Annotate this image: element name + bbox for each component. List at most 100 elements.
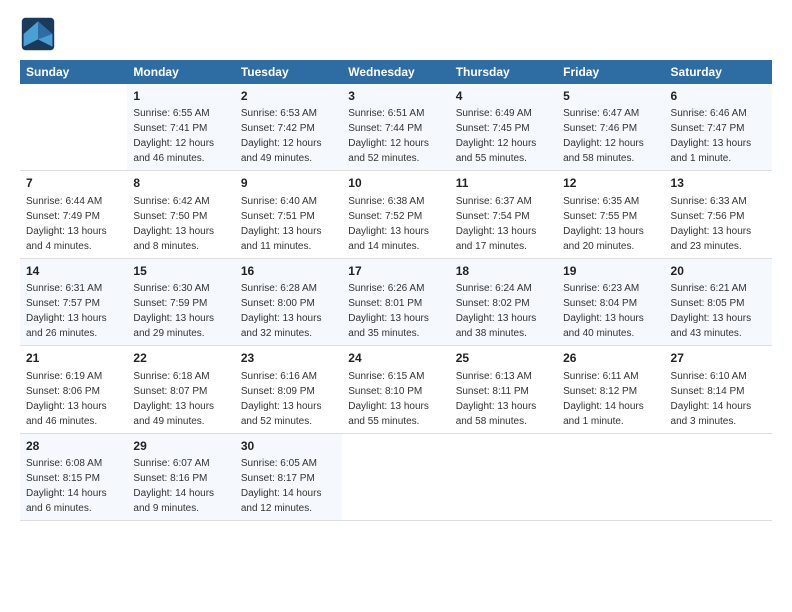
day-number: 25 [456,350,551,367]
day-info: Sunrise: 6:26 AM Sunset: 8:01 PM Dayligh… [348,281,443,341]
day-number: 11 [456,175,551,192]
day-cell: 13Sunrise: 6:33 AM Sunset: 7:56 PM Dayli… [665,171,772,258]
day-cell: 30Sunrise: 6:05 AM Sunset: 8:17 PM Dayli… [235,433,342,520]
day-cell: 8 Sunrise: 6:42 AM Sunset: 7:50 PM Daylig… [127,171,234,258]
day-info: Sunrise: 6:23 AM Sunset: 8:04 PM Dayligh… [563,281,658,341]
col-header-tuesday: Tuesday [235,60,342,84]
day-cell: 19Sunrise: 6:23 AM Sunset: 8:04 PM Dayli… [557,258,664,345]
day-cell: 23Sunrise: 6:16 AM Sunset: 8:09 PM Dayli… [235,346,342,433]
day-cell: 22 Sunrise: 6:18 AM Sunset: 8:07 PM Dayli… [127,346,234,433]
day-number: 24 [348,350,443,367]
day-cell [557,433,664,520]
day-cell: 1Sunrise: 6:55 AM Sunset: 7:41 PM Daylig… [127,84,234,171]
day-number: 7 [26,175,121,192]
day-cell: 28Sunrise: 6:08 AM Sunset: 8:15 PM Dayli… [20,433,127,520]
day-number: 8 [133,175,228,192]
day-number: 23 [241,350,336,367]
week-row-1: 1Sunrise: 6:55 AM Sunset: 7:41 PM Daylig… [20,84,772,171]
day-number: 19 [563,263,658,280]
col-header-wednesday: Wednesday [342,60,449,84]
day-cell: 26Sunrise: 6:11 AM Sunset: 8:12 PM Dayli… [557,346,664,433]
day-cell: 7 Sunrise: 6:44 AM Sunset: 7:49 PM Daylig… [20,171,127,258]
day-info: Sunrise: 6:38 AM Sunset: 7:52 PM Dayligh… [348,194,443,254]
day-info: Sunrise: 6:15 AM Sunset: 8:10 PM Dayligh… [348,369,443,429]
day-number: 12 [563,175,658,192]
day-cell [450,433,557,520]
day-cell: 4Sunrise: 6:49 AM Sunset: 7:45 PM Daylig… [450,84,557,171]
day-info: Sunrise: 6:42 AM Sunset: 7:50 PM Dayligh… [133,194,228,254]
logo-icon [20,16,56,52]
day-info: Sunrise: 6:49 AM Sunset: 7:45 PM Dayligh… [456,106,551,166]
day-cell: 27 Sunrise: 6:10 AM Sunset: 8:14 PM Dayli… [665,346,772,433]
day-info: Sunrise: 6:53 AM Sunset: 7:42 PM Dayligh… [241,106,336,166]
day-cell: 10 Sunrise: 6:38 AM Sunset: 7:52 PM Dayli… [342,171,449,258]
day-cell: 12 Sunrise: 6:35 AM Sunset: 7:55 PM Dayli… [557,171,664,258]
col-header-saturday: Saturday [665,60,772,84]
day-cell: 29Sunrise: 6:07 AM Sunset: 8:16 PM Dayli… [127,433,234,520]
day-info: Sunrise: 6:35 AM Sunset: 7:55 PM Dayligh… [563,194,658,254]
day-number: 27 [671,350,766,367]
day-cell: 5Sunrise: 6:47 AM Sunset: 7:46 PM Daylig… [557,84,664,171]
day-number: 21 [26,350,121,367]
day-number: 30 [241,438,336,455]
day-number: 2 [241,88,336,105]
day-info: Sunrise: 6:11 AM Sunset: 8:12 PM Dayligh… [563,369,658,429]
week-row-5: 28Sunrise: 6:08 AM Sunset: 8:15 PM Dayli… [20,433,772,520]
day-info: Sunrise: 6:40 AM Sunset: 7:51 PM Dayligh… [241,194,336,254]
day-cell: 2Sunrise: 6:53 AM Sunset: 7:42 PM Daylig… [235,84,342,171]
day-cell: 6Sunrise: 6:46 AM Sunset: 7:47 PM Daylig… [665,84,772,171]
day-number: 4 [456,88,551,105]
day-info: Sunrise: 6:13 AM Sunset: 8:11 PM Dayligh… [456,369,551,429]
day-number: 5 [563,88,658,105]
day-cell [342,433,449,520]
day-cell: 18Sunrise: 6:24 AM Sunset: 8:02 PM Dayli… [450,258,557,345]
day-number: 10 [348,175,443,192]
day-number: 3 [348,88,443,105]
day-cell: 21Sunrise: 6:19 AM Sunset: 8:06 PM Dayli… [20,346,127,433]
day-cell: 20Sunrise: 6:21 AM Sunset: 8:05 PM Dayli… [665,258,772,345]
page: SundayMondayTuesdayWednesdayThursdayFrid… [0,0,792,531]
day-cell: 24 Sunrise: 6:15 AM Sunset: 8:10 PM Dayli… [342,346,449,433]
day-cell: 15Sunrise: 6:30 AM Sunset: 7:59 PM Dayli… [127,258,234,345]
day-cell: 17Sunrise: 6:26 AM Sunset: 8:01 PM Dayli… [342,258,449,345]
day-info: Sunrise: 6:21 AM Sunset: 8:05 PM Dayligh… [671,281,766,341]
day-cell [20,84,127,171]
week-row-2: 7 Sunrise: 6:44 AM Sunset: 7:49 PM Daylig… [20,171,772,258]
day-number: 20 [671,263,766,280]
day-info: Sunrise: 6:31 AM Sunset: 7:57 PM Dayligh… [26,281,121,341]
day-number: 22 [133,350,228,367]
day-number: 15 [133,263,228,280]
day-number: 13 [671,175,766,192]
calendar-table: SundayMondayTuesdayWednesdayThursdayFrid… [20,60,772,521]
logo [20,16,60,52]
day-cell: 16Sunrise: 6:28 AM Sunset: 8:00 PM Dayli… [235,258,342,345]
day-number: 6 [671,88,766,105]
day-number: 28 [26,438,121,455]
day-number: 29 [133,438,228,455]
day-info: Sunrise: 6:05 AM Sunset: 8:17 PM Dayligh… [241,456,336,516]
day-number: 16 [241,263,336,280]
col-header-sunday: Sunday [20,60,127,84]
week-row-4: 21Sunrise: 6:19 AM Sunset: 8:06 PM Dayli… [20,346,772,433]
header-row: SundayMondayTuesdayWednesdayThursdayFrid… [20,60,772,84]
day-info: Sunrise: 6:44 AM Sunset: 7:49 PM Dayligh… [26,194,121,254]
day-number: 18 [456,263,551,280]
day-info: Sunrise: 6:51 AM Sunset: 7:44 PM Dayligh… [348,106,443,166]
day-cell: 3Sunrise: 6:51 AM Sunset: 7:44 PM Daylig… [342,84,449,171]
day-info: Sunrise: 6:30 AM Sunset: 7:59 PM Dayligh… [133,281,228,341]
day-info: Sunrise: 6:18 AM Sunset: 8:07 PM Dayligh… [133,369,228,429]
day-info: Sunrise: 6:24 AM Sunset: 8:02 PM Dayligh… [456,281,551,341]
day-info: Sunrise: 6:37 AM Sunset: 7:54 PM Dayligh… [456,194,551,254]
day-info: Sunrise: 6:55 AM Sunset: 7:41 PM Dayligh… [133,106,228,166]
header [20,16,772,52]
day-cell [665,433,772,520]
day-info: Sunrise: 6:10 AM Sunset: 8:14 PM Dayligh… [671,369,766,429]
day-number: 14 [26,263,121,280]
day-number: 17 [348,263,443,280]
day-cell: 11 Sunrise: 6:37 AM Sunset: 7:54 PM Dayli… [450,171,557,258]
day-cell: 9 Sunrise: 6:40 AM Sunset: 7:51 PM Daylig… [235,171,342,258]
day-number: 1 [133,88,228,105]
day-number: 9 [241,175,336,192]
day-info: Sunrise: 6:47 AM Sunset: 7:46 PM Dayligh… [563,106,658,166]
day-cell: 14Sunrise: 6:31 AM Sunset: 7:57 PM Dayli… [20,258,127,345]
